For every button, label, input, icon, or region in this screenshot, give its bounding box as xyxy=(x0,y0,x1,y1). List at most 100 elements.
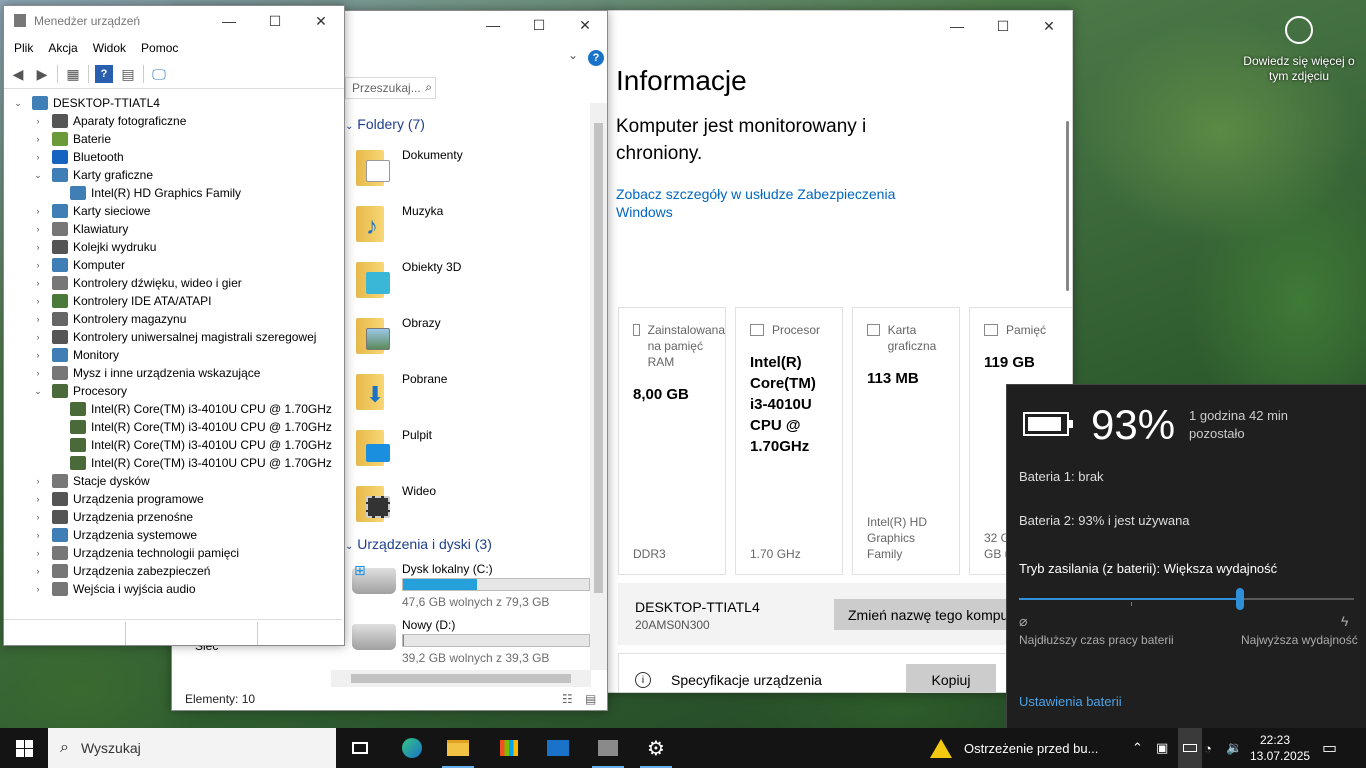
tree-item[interactable]: › Klawiatury xyxy=(32,220,128,238)
weather-warning[interactable]: Ostrzeżenie przed bu... xyxy=(930,728,1098,768)
chevron-right-icon[interactable]: › xyxy=(32,152,44,162)
folder-3d-objects[interactable]: Obiekty 3D xyxy=(356,258,461,298)
show-hide-tree-icon[interactable]: ▦ xyxy=(64,65,82,83)
battery-tray-icon[interactable] xyxy=(1178,728,1202,768)
taskbar-search[interactable]: ⌕ Wyszukaj xyxy=(48,728,336,768)
mail-icon[interactable] xyxy=(534,728,582,768)
rename-pc-button[interactable]: Zmień nazwę tego komputera xyxy=(834,599,1034,630)
horizontal-scrollbar[interactable] xyxy=(331,670,591,687)
close-button[interactable]: ✕ xyxy=(298,6,344,36)
tree-item[interactable]: › Urządzenia przenośne xyxy=(32,508,193,526)
menu-file[interactable]: Plik xyxy=(14,41,33,55)
chevron-right-icon[interactable]: › xyxy=(32,368,44,378)
tree-item[interactable]: › Komputer xyxy=(32,256,125,274)
power-mode-slider[interactable] xyxy=(1019,588,1354,610)
minimize-button[interactable]: — xyxy=(934,11,980,41)
help-icon[interactable]: ? xyxy=(95,65,113,83)
tree-item[interactable]: › Mysz i inne urządzenia wskazujące xyxy=(32,364,260,382)
menu-action[interactable]: Akcja xyxy=(48,41,77,55)
slider-thumb[interactable] xyxy=(1236,588,1245,610)
tree-item[interactable]: ⌄ Karty graficzne xyxy=(32,166,153,184)
forward-icon[interactable]: ▶ xyxy=(33,65,51,83)
chevron-right-icon[interactable]: › xyxy=(32,494,44,504)
wifi-icon[interactable]: ◔ xyxy=(1204,728,1212,768)
menu-view[interactable]: Widok xyxy=(93,41,126,55)
device-manager-icon[interactable] xyxy=(584,728,632,768)
folder-documents[interactable]: Dokumenty xyxy=(356,146,463,186)
tree-item[interactable]: Intel(R) Core(TM) i3-4010U CPU @ 1.70GHz xyxy=(50,400,332,418)
maximize-button[interactable]: ☐ xyxy=(980,11,1026,41)
folder-desktop[interactable]: Pulpit xyxy=(356,426,432,466)
tree-item[interactable]: › Baterie xyxy=(32,130,111,148)
taskbar-clock[interactable]: 22:23 13.07.2025 xyxy=(1250,732,1310,764)
tree-item[interactable]: › Karty sieciowe xyxy=(32,202,150,220)
close-button[interactable]: ✕ xyxy=(1026,11,1072,41)
tree-item[interactable]: › Kontrolery magazynu xyxy=(32,310,186,328)
show-hidden-icons-button[interactable]: ⌃ xyxy=(1132,728,1143,768)
details-view-icon[interactable]: ☷ xyxy=(562,692,573,706)
chevron-down-icon[interactable]: ⌄ xyxy=(32,170,44,181)
task-view-icon[interactable] xyxy=(336,728,384,768)
tree-root[interactable]: ⌄ DESKTOP-TTIATL4 xyxy=(12,94,160,112)
chevron-right-icon[interactable]: › xyxy=(32,296,44,306)
security-details-link[interactable]: Zobacz szczegóły w usłudze Zabezpieczeni… xyxy=(616,185,916,221)
tree-item[interactable]: › Urządzenia programowe xyxy=(32,490,204,508)
tree-item[interactable]: Intel(R) Core(TM) i3-4010U CPU @ 1.70GHz xyxy=(50,436,332,454)
scan-hardware-icon[interactable]: 🖵 xyxy=(150,65,168,83)
chevron-right-icon[interactable]: › xyxy=(32,314,44,324)
volume-icon[interactable]: 🔉 xyxy=(1226,728,1242,768)
tree-item[interactable]: › Urządzenia technologii pamięci xyxy=(32,544,239,562)
notifications-icon[interactable]: ▭ xyxy=(1322,728,1337,768)
tree-item[interactable]: › Monitory xyxy=(32,346,119,364)
chevron-right-icon[interactable]: › xyxy=(32,476,44,486)
tree-item[interactable]: › Aparaty fotograficzne xyxy=(32,112,186,130)
chevron-right-icon[interactable]: › xyxy=(32,206,44,216)
tree-item[interactable]: › Urządzenia systemowe xyxy=(32,526,197,544)
tree-item[interactable]: › Kolejki wydruku xyxy=(32,238,156,256)
folder-pictures[interactable]: Obrazy xyxy=(356,314,441,354)
chevron-down-icon[interactable]: ⌄ xyxy=(12,98,24,109)
large-icons-view-icon[interactable]: ▤ xyxy=(585,692,596,706)
folder-downloads[interactable]: ⬇ Pobrane xyxy=(356,370,447,410)
settings-icon[interactable]: ⚙ xyxy=(632,728,680,768)
chevron-right-icon[interactable]: › xyxy=(32,332,44,342)
battery-settings-link[interactable]: Ustawienia baterii xyxy=(1019,694,1122,709)
chevron-right-icon[interactable]: › xyxy=(32,350,44,360)
tree-item[interactable]: ⌄ Procesory xyxy=(32,382,127,400)
chevron-right-icon[interactable]: › xyxy=(32,224,44,234)
tree-item[interactable]: › Urządzenia zabezpieczeń xyxy=(32,562,210,580)
properties-icon[interactable]: ▤ xyxy=(119,65,137,83)
chevron-down-icon[interactable]: ⌄ xyxy=(32,386,44,397)
tree-item[interactable]: Intel(R) Core(TM) i3-4010U CPU @ 1.70GHz xyxy=(50,454,332,472)
chevron-right-icon[interactable]: › xyxy=(32,260,44,270)
tree-item[interactable]: Intel(R) Core(TM) i3-4010U CPU @ 1.70GHz xyxy=(50,418,332,436)
menu-help[interactable]: Pomoc xyxy=(141,41,178,55)
vertical-scrollbar[interactable] xyxy=(590,103,607,670)
tree-item[interactable]: › Bluetooth xyxy=(32,148,124,166)
folders-header[interactable]: ⌄ Foldery (7) xyxy=(345,116,425,132)
chevron-right-icon[interactable]: › xyxy=(32,512,44,522)
file-explorer-icon[interactable] xyxy=(434,728,482,768)
tree-item[interactable]: › Kontrolery uniwersalnej magistrali szer… xyxy=(32,328,316,346)
tree-item[interactable]: › Stacje dysków xyxy=(32,472,150,490)
tree-item[interactable]: › Kontrolery IDE ATA/ATAPI xyxy=(32,292,212,310)
back-icon[interactable]: ◀ xyxy=(9,65,27,83)
meet-now-icon[interactable]: ▣ xyxy=(1156,728,1168,768)
copy-button[interactable]: Kopiuj xyxy=(906,664,996,692)
edge-icon[interactable] xyxy=(388,728,436,768)
folder-videos[interactable]: Wideo xyxy=(356,482,436,522)
chevron-right-icon[interactable]: › xyxy=(32,566,44,576)
chevron-right-icon[interactable]: › xyxy=(32,530,44,540)
drives-header[interactable]: ⌄ Urządzenia i dyski (3) xyxy=(345,536,492,552)
folder-music[interactable]: ♪ Muzyka xyxy=(356,202,443,242)
minimize-button[interactable]: — xyxy=(206,6,252,36)
tree-item[interactable]: › Wejścia i wyjścia audio xyxy=(32,580,196,598)
chevron-right-icon[interactable]: › xyxy=(32,134,44,144)
maximize-button[interactable]: ☐ xyxy=(252,6,298,36)
chevron-right-icon[interactable]: › xyxy=(32,584,44,594)
device-specs-row[interactable]: i Specyfikacje urządzenia Kopiuj xyxy=(618,653,1068,692)
tree-item[interactable]: › Kontrolery dźwięku, wideo i gier xyxy=(32,274,242,292)
tree-item[interactable]: Intel(R) HD Graphics Family xyxy=(50,184,241,202)
chevron-right-icon[interactable]: › xyxy=(32,278,44,288)
scrollbar[interactable] xyxy=(1066,121,1069,291)
